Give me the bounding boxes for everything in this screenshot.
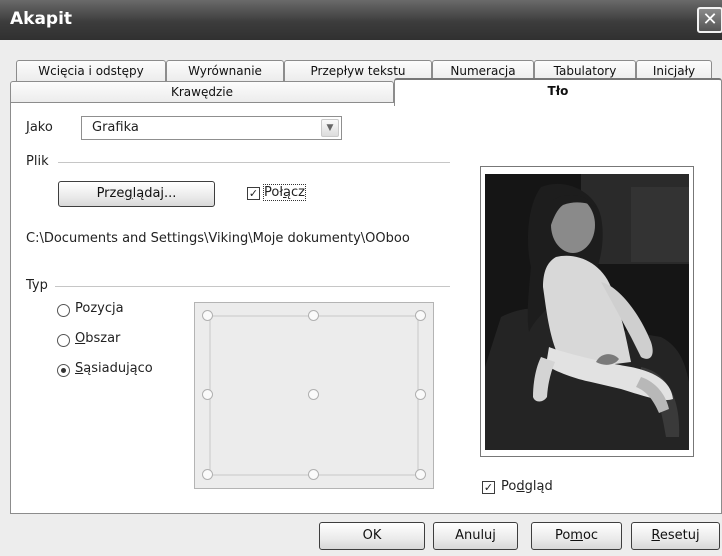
browse-button[interactable]: Przeglądaj...: [58, 181, 215, 207]
position-center[interactable]: [308, 389, 319, 400]
radio-tile[interactable]: [57, 364, 70, 377]
tab-alignment[interactable]: Wyrównanie: [166, 60, 284, 81]
position-bottom-right[interactable]: [415, 469, 426, 480]
position-bottom-center[interactable]: [308, 469, 319, 480]
cancel-button[interactable]: Anuluj: [433, 522, 518, 550]
radio-position-label: Pozycja: [75, 301, 124, 316]
type-group-label: Typ: [26, 278, 48, 293]
tab-indents-spacing[interactable]: Wcięcia i odstępy: [16, 60, 166, 81]
file-group-divider: [58, 162, 450, 163]
tab-background[interactable]: Tło: [394, 78, 722, 106]
title-bar[interactable]: Akapit ✕: [0, 0, 722, 40]
background-tab-page: Jako Grafika ▼ Plik Przeglądaj... ✓ Połą…: [10, 102, 722, 514]
as-dropdown[interactable]: Grafika ▼: [81, 116, 342, 140]
ok-button[interactable]: OK: [319, 522, 425, 550]
position-top-left[interactable]: [202, 310, 213, 321]
position-top-center[interactable]: [308, 310, 319, 321]
chevron-down-icon[interactable]: ▼: [321, 119, 339, 137]
position-top-right[interactable]: [415, 310, 426, 321]
link-label: Połącz: [263, 184, 306, 201]
position-middle-left[interactable]: [202, 389, 213, 400]
preview-label: Podgląd: [501, 479, 553, 494]
as-dropdown-value: Grafika: [92, 120, 139, 135]
reset-button[interactable]: Resetuj: [631, 522, 720, 550]
type-group-divider: [55, 286, 450, 287]
preview-photo: [481, 167, 693, 456]
radio-tile-label: Sąsiadująco: [75, 361, 153, 376]
tab-borders[interactable]: Krawędzie: [10, 81, 394, 102]
close-button[interactable]: ✕: [697, 7, 722, 33]
link-checkbox[interactable]: ✓: [247, 187, 260, 200]
position-grid: [194, 302, 434, 489]
file-path: C:\Documents and Settings\Viking\Moje do…: [26, 231, 410, 246]
radio-position[interactable]: [57, 304, 70, 317]
radio-area[interactable]: [57, 334, 70, 347]
radio-area-label: Obszar: [75, 331, 121, 346]
as-label: Jako: [26, 120, 53, 135]
image-preview: [480, 166, 694, 457]
position-middle-right[interactable]: [415, 389, 426, 400]
window-title: Akapit: [10, 9, 73, 29]
position-bottom-left[interactable]: [202, 469, 213, 480]
file-group-label: Plik: [26, 154, 49, 169]
paragraph-dialog: Akapit ✕ Wcięcia i odstępy Wyrównanie Pr…: [0, 0, 722, 556]
preview-checkbox[interactable]: ✓: [482, 481, 495, 494]
help-button[interactable]: Pomoc: [531, 522, 622, 550]
